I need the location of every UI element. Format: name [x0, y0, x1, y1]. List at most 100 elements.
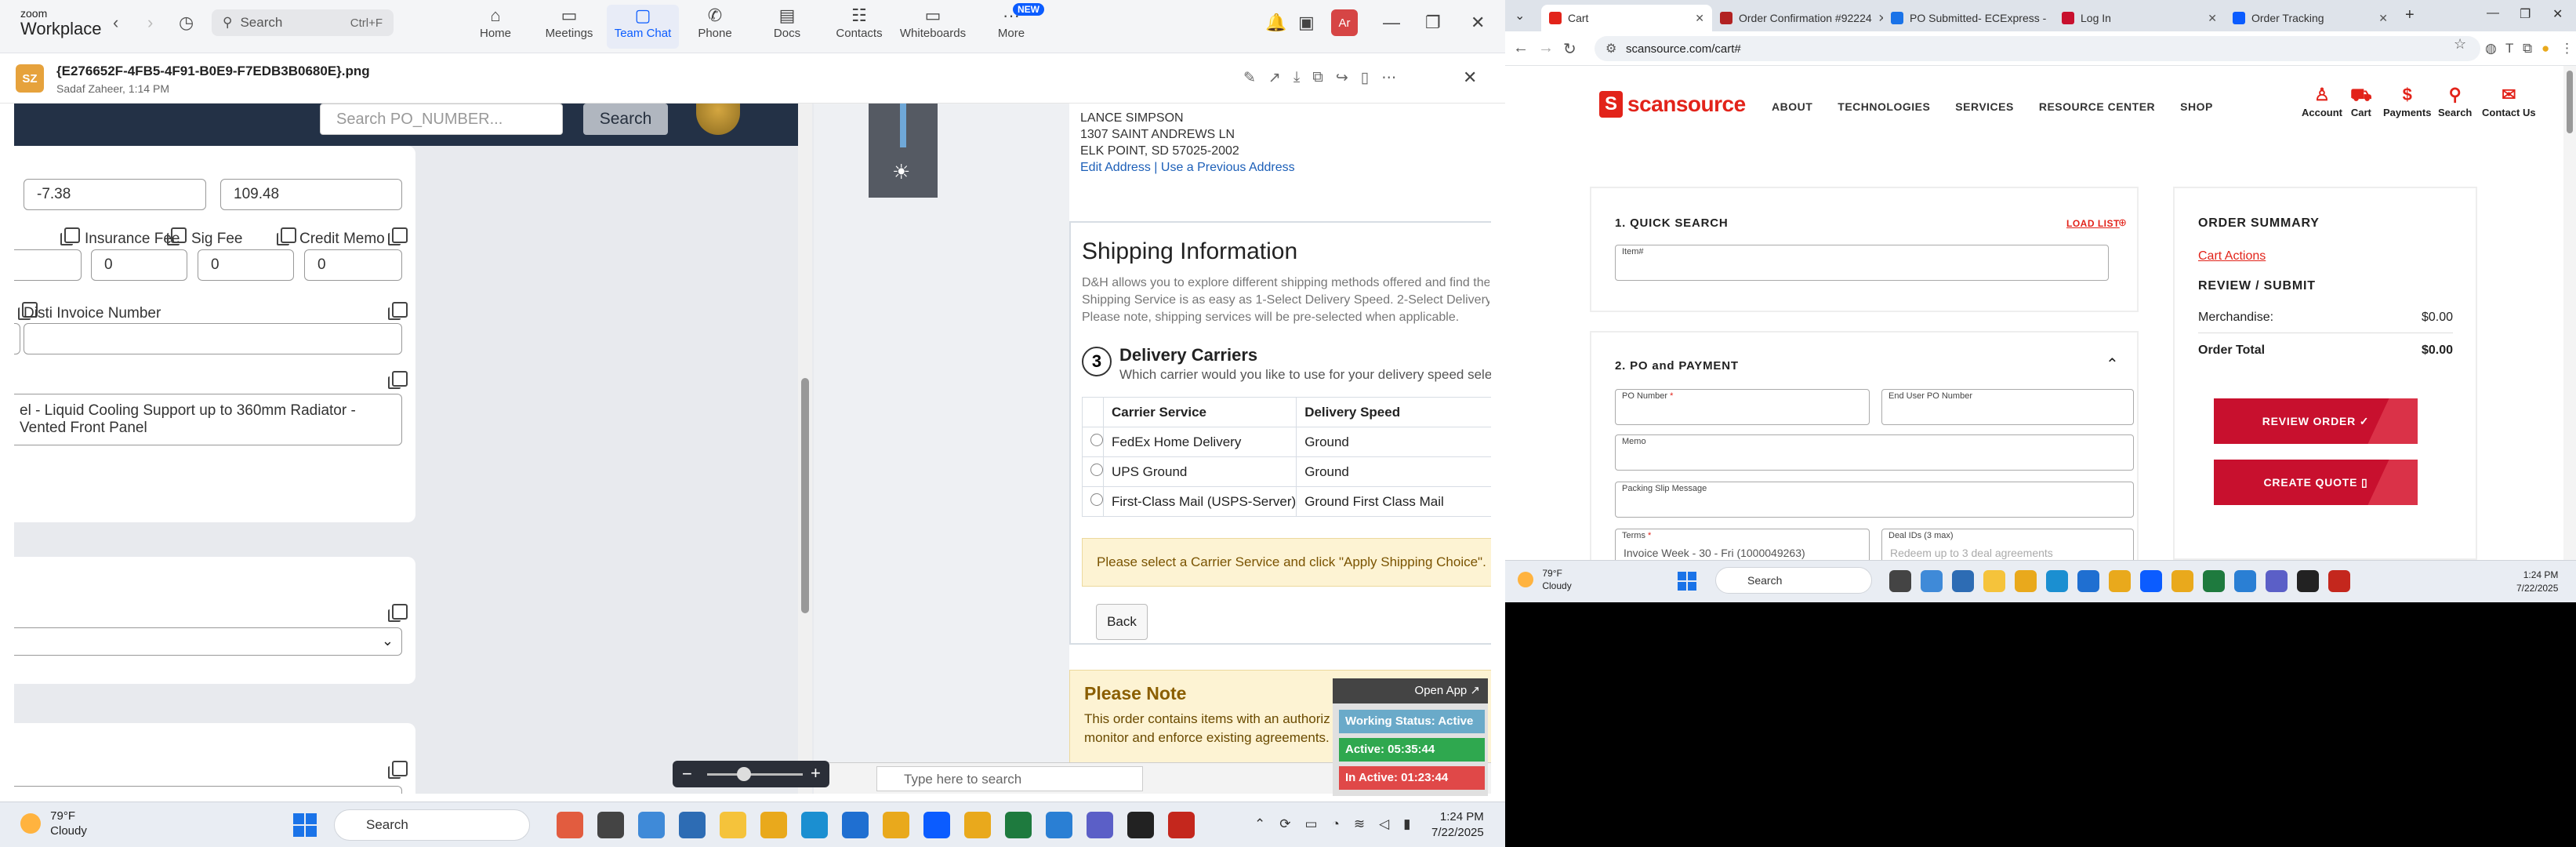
tab-team-chat[interactable]: ▢ Team Chat	[607, 5, 679, 49]
upload-icon[interactable]: ⊕	[2118, 216, 2127, 229]
zoom-slider[interactable]: − +	[673, 761, 829, 787]
tab-whiteboards[interactable]: ▭ Whiteboards	[897, 5, 969, 49]
history-icon[interactable]: ◷	[179, 13, 194, 33]
copy-icon[interactable]	[388, 761, 408, 779]
file-icon[interactable]	[597, 812, 624, 838]
po-search-button[interactable]: Search	[583, 104, 668, 135]
outlook-icon[interactable]	[2077, 570, 2099, 592]
table-row[interactable]: UPS Ground Ground	[1082, 456, 1491, 487]
minimize-icon[interactable]: —	[1383, 13, 1400, 33]
bookmark-icon[interactable]: ▯	[1361, 69, 1369, 87]
tab-docs[interactable]: ▤ Docs	[751, 5, 823, 49]
payments-link[interactable]: $ Payments	[2383, 83, 2431, 118]
zoom-knob[interactable]	[737, 767, 751, 781]
taskbar-search[interactable]: Search	[1715, 567, 1872, 594]
restore-icon[interactable]: ❐	[1425, 13, 1441, 33]
tab-phone[interactable]: ✆ Phone	[679, 5, 751, 49]
edge-icon[interactable]	[801, 812, 828, 838]
app-icon[interactable]	[2234, 570, 2256, 592]
calculator-icon[interactable]	[679, 812, 706, 838]
value-a-field[interactable]: -7.38	[24, 179, 206, 210]
close-tab-icon[interactable]: ✕	[2208, 12, 2217, 25]
copy-icon[interactable]: ⧉	[1312, 69, 1323, 87]
insurance-fee-field[interactable]: 0	[91, 249, 187, 281]
scroll-thumb[interactable]	[801, 378, 809, 613]
end-user-po-input[interactable]: End User PO Number	[1881, 389, 2134, 425]
forward-arrow-icon[interactable]: →	[1538, 39, 1554, 57]
cart-actions-link[interactable]: Cart Actions	[2198, 249, 2266, 264]
folder-icon[interactable]	[1983, 570, 2005, 592]
table-row[interactable]: First-Class Mail (USPS-Server) Ground Fi…	[1082, 486, 1491, 517]
site-info-icon[interactable]: ⚙	[1605, 41, 1616, 56]
nav-technologies[interactable]: TECHNOLOGIES	[1838, 100, 1930, 113]
teams-icon[interactable]	[2266, 570, 2288, 592]
back-arrow-icon[interactable]: ‹	[113, 13, 118, 33]
credit-memo-field[interactable]: 0	[304, 249, 402, 281]
new-tab-icon[interactable]: +	[2405, 6, 2415, 24]
bell-icon[interactable]: 🔔	[1265, 13, 1286, 33]
chevron-up-icon[interactable]: ⌃	[1254, 816, 1265, 832]
address-bar[interactable]: ⚙ scansource.com/cart#	[1595, 36, 2480, 61]
volume-icon[interactable]: ◁	[1379, 816, 1389, 832]
back-arrow-icon[interactable]: ←	[1513, 39, 1529, 57]
copy-icon[interactable]	[388, 604, 408, 622]
open-external-icon[interactable]: ↗	[1268, 69, 1281, 87]
minimize-icon[interactable]: —	[2487, 6, 2499, 20]
select-field[interactable]: ⌄	[14, 627, 402, 656]
chrome-icon[interactable]	[883, 812, 909, 838]
start-icon[interactable]	[293, 813, 317, 837]
copy-icon[interactable]	[388, 371, 408, 389]
create-quote-button[interactable]: CREATE QUOTE ▯	[2214, 460, 2418, 505]
edit-address-link[interactable]: Edit Address	[1080, 161, 1151, 174]
copy-icon[interactable]	[167, 227, 187, 245]
file-icon[interactable]	[1889, 570, 1911, 592]
profile-icon[interactable]: ●	[2542, 41, 2549, 56]
extension-icon[interactable]: T	[2505, 41, 2513, 56]
zoom-out-icon[interactable]: −	[682, 764, 692, 784]
po-search-input[interactable]: Search PO_NUMBER...	[320, 104, 563, 135]
tab-order-confirmation[interactable]: Order Confirmation #92224 ✕	[1712, 5, 1883, 31]
chevron-up-icon[interactable]: ⌃	[2106, 354, 2119, 374]
nav-resource-center[interactable]: RESOURCE CENTER	[2039, 100, 2155, 113]
previous-fee-field[interactable]	[14, 249, 82, 281]
nav-shop[interactable]: SHOP	[2180, 100, 2213, 113]
zoom-in-icon[interactable]: +	[811, 763, 821, 783]
teams-icon[interactable]	[1087, 812, 1113, 838]
chrome-icon[interactable]	[964, 812, 991, 838]
open-app-button[interactable]: Open App ↗	[1333, 678, 1488, 703]
item-number-input[interactable]: Item#	[1615, 245, 2109, 281]
sig-fee-field[interactable]: 0	[198, 249, 294, 281]
tab-search-icon[interactable]: ⌄	[1515, 8, 1525, 24]
close-viewer-icon[interactable]: ✕	[1463, 67, 1477, 88]
memo-input[interactable]: Memo	[1615, 434, 2134, 471]
back-button[interactable]: Back	[1096, 604, 1148, 640]
extensions-puzzle-icon[interactable]: ⧉	[2523, 41, 2532, 56]
excel-icon[interactable]	[1005, 812, 1032, 838]
value-b-field[interactable]: 109.48	[220, 179, 402, 210]
close-icon[interactable]: ✕	[2552, 6, 2563, 22]
tab-order-tracking[interactable]: Order Tracking ✕	[2225, 5, 2396, 31]
apps-icon[interactable]: ▣	[1298, 13, 1315, 33]
more-options-icon[interactable]: ⋯	[1381, 69, 1396, 87]
close-tab-icon[interactable]: ✕	[2378, 12, 2388, 25]
contact-link[interactable]: ✉ Contact Us	[2482, 83, 2536, 118]
po-number-input[interactable]: PO Number *	[1615, 389, 1870, 425]
search-link[interactable]: ⚲ Search	[2438, 83, 2472, 118]
app-icon[interactable]	[1046, 812, 1072, 838]
download-icon[interactable]: ⤓	[1293, 69, 1300, 87]
copy-icon[interactable]	[277, 227, 296, 245]
load-list-link[interactable]: LOAD LIST	[2066, 218, 2120, 229]
carrier-radio[interactable]	[1090, 463, 1103, 476]
app-icon[interactable]	[2297, 570, 2319, 592]
calculator-icon[interactable]	[1952, 570, 1974, 592]
wifi-icon[interactable]: ≋	[1354, 816, 1365, 832]
page-scrollbar[interactable]	[2563, 66, 2576, 579]
weather-widget[interactable]: 79°F Cloudy	[20, 809, 87, 838]
acrobat-icon[interactable]	[2328, 570, 2350, 592]
menu-icon[interactable]: ⋮	[2560, 41, 2574, 56]
network-icon[interactable]: ◔	[1332, 816, 1340, 832]
notes-textarea[interactable]	[14, 786, 402, 794]
account-link[interactable]: ♙ Account	[2302, 83, 2342, 118]
left-field[interactable]	[14, 323, 20, 354]
chrome-icon[interactable]	[760, 812, 787, 838]
